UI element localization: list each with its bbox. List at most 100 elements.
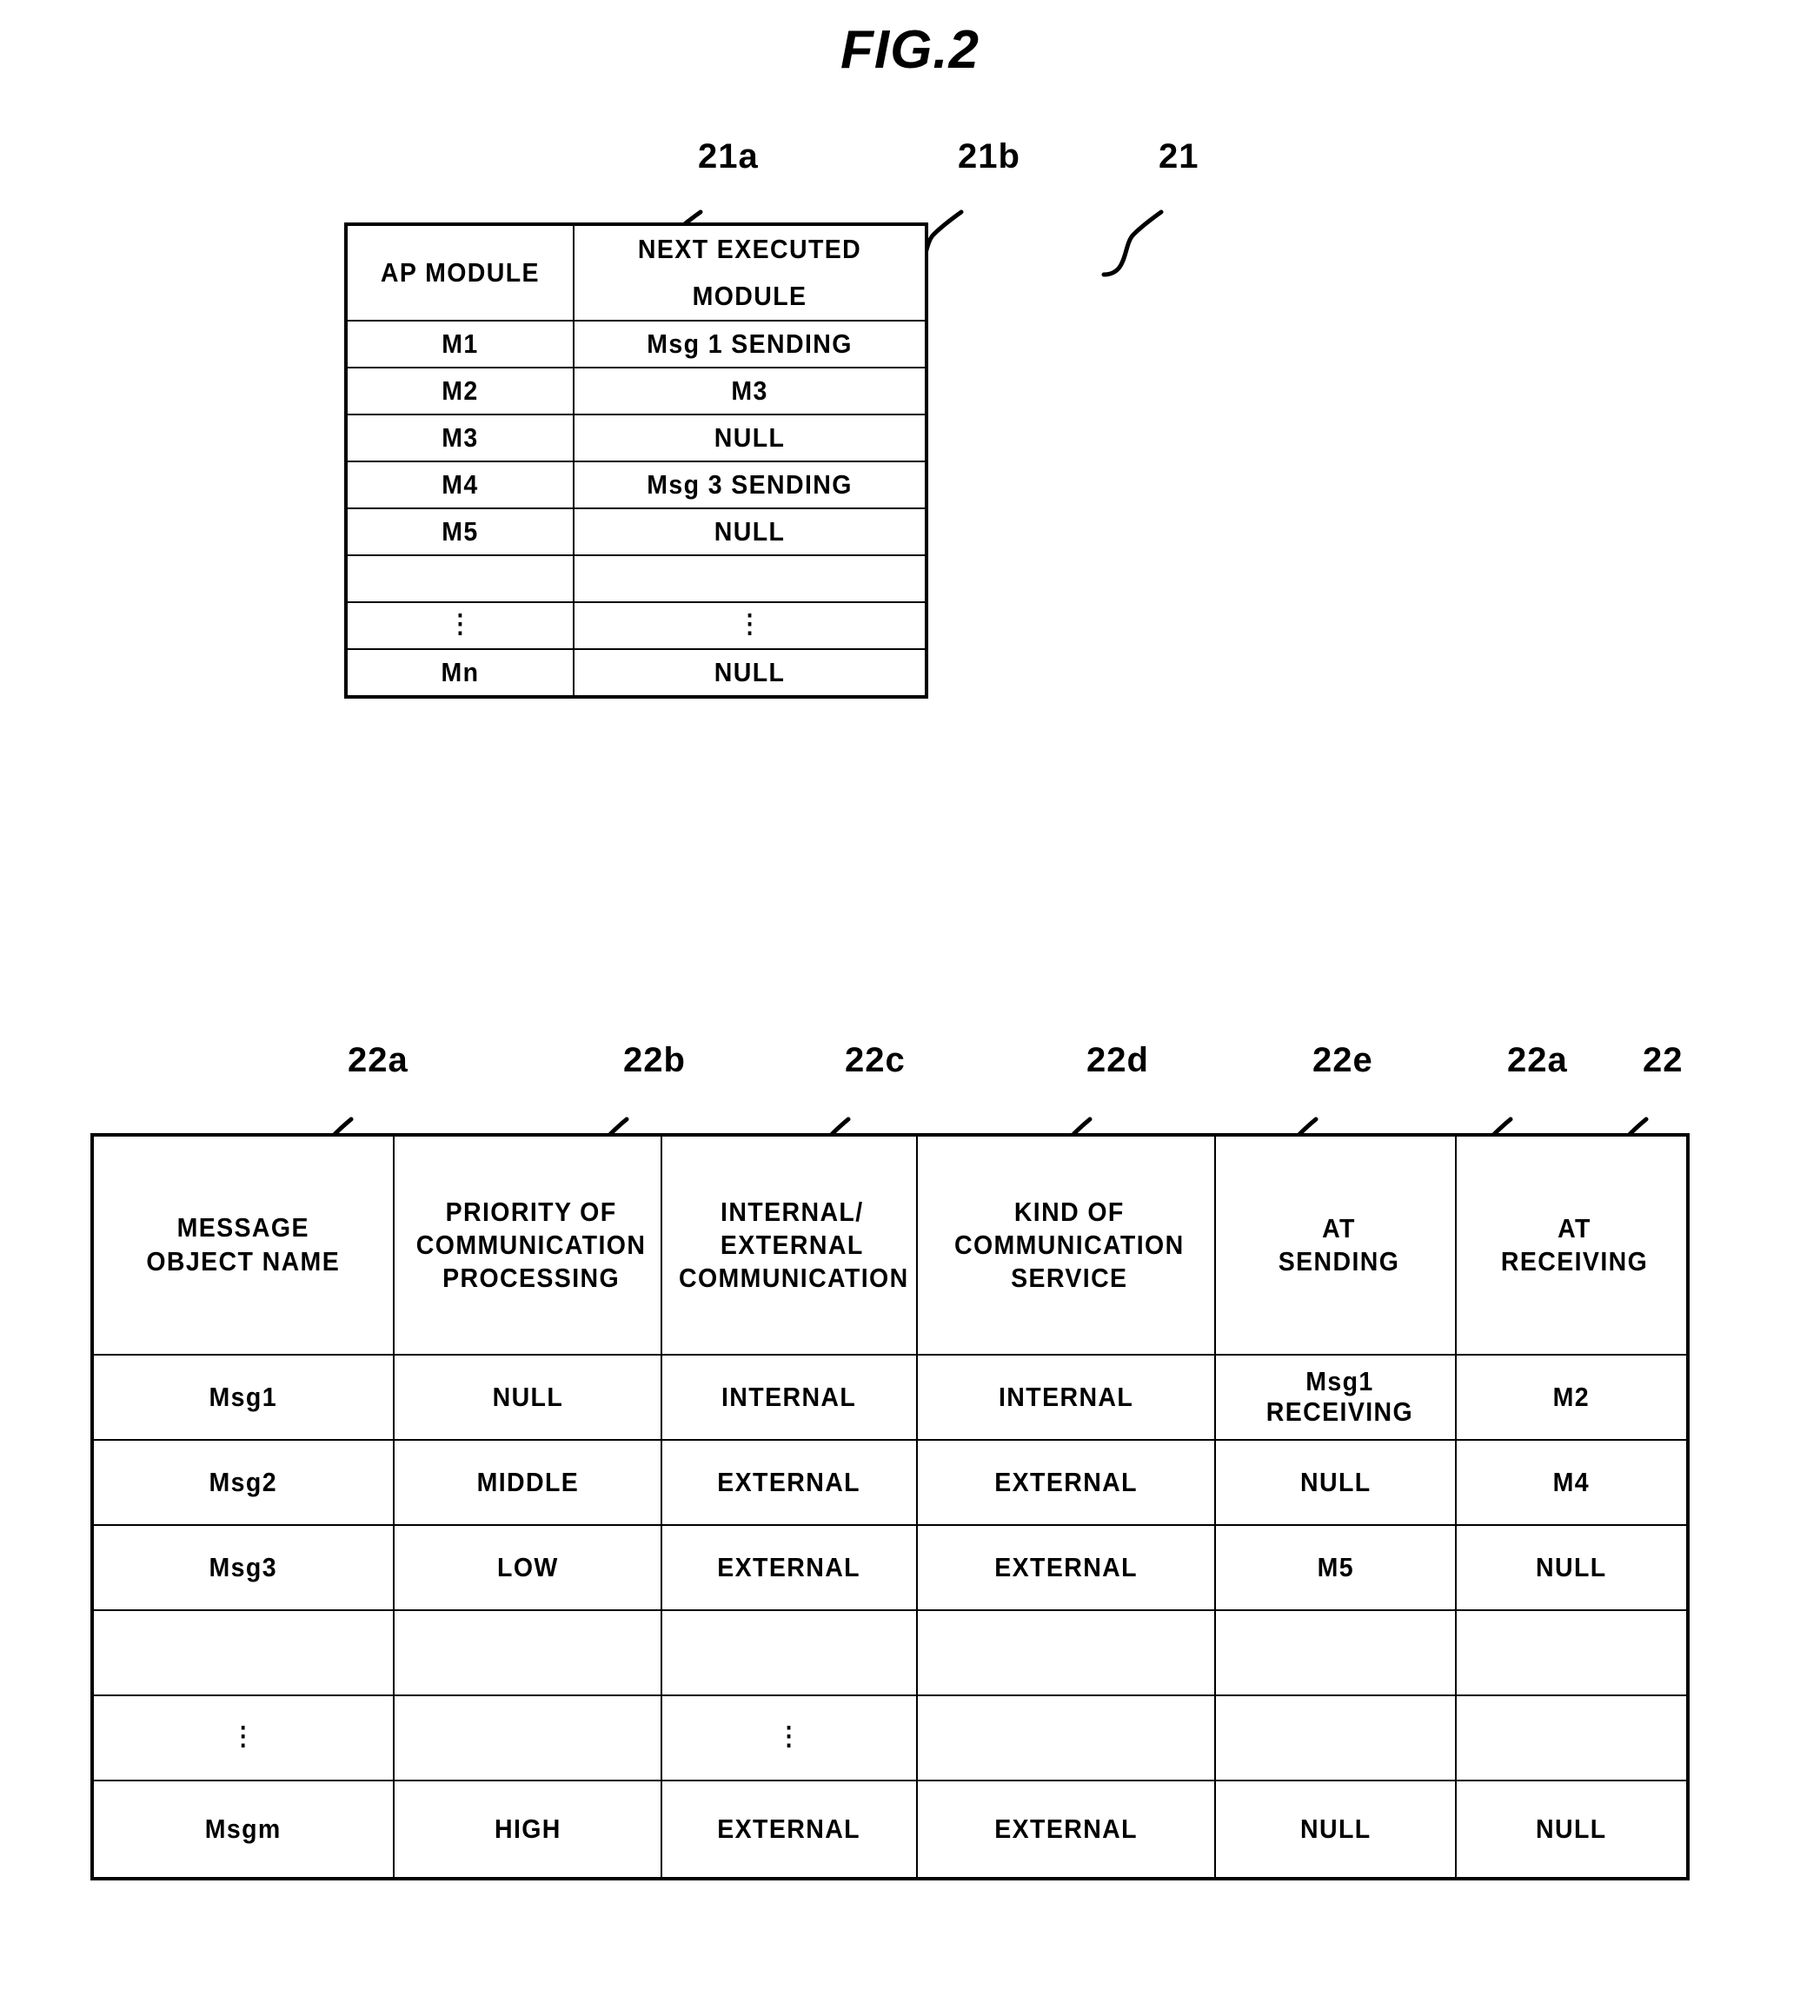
cell-ap-module: Mn (354, 648, 566, 698)
table-row: M1 Msg 1 SENDING (346, 320, 927, 368)
cell-next-module: M3 (587, 367, 913, 415)
header-line: RECEIVING (1501, 1246, 1649, 1277)
message-object-table: MESSAGE OBJECT NAME PRIORITY OF COMMUNIC… (90, 1133, 1690, 1880)
table-row: M4 Msg 3 SENDING (346, 461, 927, 509)
table-row-ellipsis: ⋮ ⋮ (92, 1694, 1688, 1781)
cell-blank (402, 1694, 652, 1781)
cell-blank (927, 1694, 1204, 1781)
cell-priority: NULL (402, 1354, 652, 1441)
vertical-ellipsis-icon: ⋮ (777, 1722, 801, 1751)
cell-kind-of-service: EXTERNAL (927, 1524, 1204, 1611)
cell-next-module: NULL (587, 648, 913, 698)
header-line: PRIORITY OF (445, 1197, 617, 1228)
column-header-internal-external: INTERNAL/ EXTERNAL COMMUNICATION (671, 1134, 909, 1356)
cell-ap-module: M1 (354, 320, 566, 368)
cell-next-module: NULL (587, 414, 913, 462)
header-line: COMMUNICATION (415, 1230, 646, 1261)
cell-kind-of-service: INTERNAL (927, 1354, 1204, 1441)
ref-label-21a: 21a (698, 137, 759, 176)
header-line: INTERNAL/ (721, 1197, 864, 1228)
cell-blank (1465, 1609, 1680, 1696)
figure-title: FIG.2 (840, 20, 980, 80)
cell-ap-module: M5 (354, 507, 566, 556)
cell-line: Msg1 (1305, 1366, 1374, 1397)
table-row: Msgm HIGH EXTERNAL EXTERNAL NULL NULL (92, 1780, 1688, 1880)
cell-at-receiving: M4 (1465, 1439, 1680, 1526)
cell-message-name: Msg1 (103, 1354, 382, 1441)
cell-line: RECEIVING (1265, 1396, 1413, 1427)
header-line: AT (1321, 1213, 1356, 1244)
table-row-blank-upper (346, 554, 927, 603)
cell-ellipsis: ⋮ (587, 601, 913, 650)
vertical-ellipsis-icon: ⋮ (737, 610, 762, 639)
ap-module-table: AP MODULE NEXT EXECUTED MODULE M1 Msg 1 … (344, 222, 928, 699)
cell-ap-module: M4 (354, 461, 566, 509)
cell-blank (671, 1609, 907, 1696)
column-header-at-sending: AT SENDING (1223, 1134, 1448, 1356)
table-row: Mn NULL (346, 648, 927, 698)
column-header-priority: PRIORITY OF COMMUNICATION PROCESSING (402, 1134, 652, 1356)
table-row: M2 M3 (346, 367, 927, 415)
cell-internal-external: EXTERNAL (671, 1524, 907, 1611)
cell-ellipsis: ⋮ (103, 1694, 382, 1781)
ref-label-22: 22 (1643, 1041, 1684, 1079)
cell-blank (1223, 1694, 1448, 1781)
cell-at-sending: NULL (1223, 1439, 1448, 1526)
cell-priority: MIDDLE (402, 1439, 652, 1526)
table-row: M3 NULL (346, 414, 927, 462)
header-line: MESSAGE (176, 1212, 309, 1243)
cell-blank (587, 554, 913, 603)
ref-label-22e: 22e (1312, 1041, 1373, 1079)
cell-message-name: Msg3 (103, 1524, 382, 1611)
column-header-message-object-name: MESSAGE OBJECT NAME (103, 1134, 382, 1356)
cell-priority: HIGH (402, 1780, 652, 1880)
cell-ap-module: M3 (354, 414, 566, 462)
cell-at-sending: Msg1 RECEIVING (1223, 1354, 1448, 1441)
cell-message-name: Msgm (103, 1780, 382, 1880)
ref-label-22a-left: 22a (348, 1041, 409, 1079)
column-header-next-executed-module: NEXT EXECUTED MODULE (587, 223, 913, 322)
ref-label-22d: 22d (1086, 1041, 1149, 1079)
ref-label-22a-right: 22a (1507, 1041, 1568, 1079)
table-row: M5 NULL (346, 507, 927, 556)
vertical-ellipsis-icon: ⋮ (230, 1722, 256, 1751)
cell-at-receiving: NULL (1465, 1780, 1680, 1880)
cell-blank (354, 554, 566, 603)
ref-label-22b: 22b (623, 1041, 686, 1079)
cell-internal-external: EXTERNAL (671, 1439, 907, 1526)
cell-internal-external: EXTERNAL (671, 1780, 907, 1880)
header-line: AT (1558, 1213, 1592, 1244)
cell-message-name: Msg2 (103, 1439, 382, 1526)
cell-at-receiving: M2 (1465, 1354, 1680, 1441)
table-header-row: MESSAGE OBJECT NAME PRIORITY OF COMMUNIC… (92, 1134, 1688, 1356)
cell-blank (103, 1609, 382, 1696)
cell-ellipsis: ⋮ (671, 1694, 907, 1781)
header-line: EXTERNAL (721, 1230, 864, 1261)
vertical-ellipsis-icon: ⋮ (448, 610, 473, 639)
ref-label-22c: 22c (845, 1041, 906, 1079)
column-header-ap-module: AP MODULE (354, 223, 566, 322)
header-line: PROCESSING (442, 1262, 620, 1293)
cell-internal-external: INTERNAL (671, 1354, 907, 1441)
cell-priority: LOW (402, 1524, 652, 1611)
column-header-at-receiving: AT RECEIVING (1465, 1134, 1680, 1356)
header-line: SERVICE (1010, 1262, 1127, 1293)
table-row: Msg3 LOW EXTERNAL EXTERNAL M5 NULL (92, 1524, 1688, 1611)
cell-at-receiving: NULL (1465, 1524, 1680, 1611)
leader-hook-21 (1101, 207, 1165, 277)
table-row: Msg2 MIDDLE EXTERNAL EXTERNAL NULL M4 (92, 1439, 1688, 1526)
header-line: KIND OF (1013, 1197, 1125, 1228)
header-line: OBJECT NAME (146, 1246, 341, 1277)
cell-blank (927, 1609, 1204, 1696)
cell-ap-module: M2 (354, 367, 566, 415)
cell-next-module: NULL (587, 507, 913, 556)
table-row-blank-upper (92, 1609, 1688, 1696)
header-line: SENDING (1278, 1246, 1400, 1277)
cell-at-sending: NULL (1223, 1780, 1448, 1880)
ref-label-21b: 21b (958, 137, 1020, 176)
header-line: COMMUNICATION (679, 1262, 909, 1293)
table-row-ellipsis: ⋮ ⋮ (346, 601, 927, 650)
cell-ellipsis: ⋮ (354, 601, 566, 650)
table-header-row: AP MODULE NEXT EXECUTED MODULE (346, 223, 927, 322)
cell-blank (1465, 1694, 1680, 1781)
